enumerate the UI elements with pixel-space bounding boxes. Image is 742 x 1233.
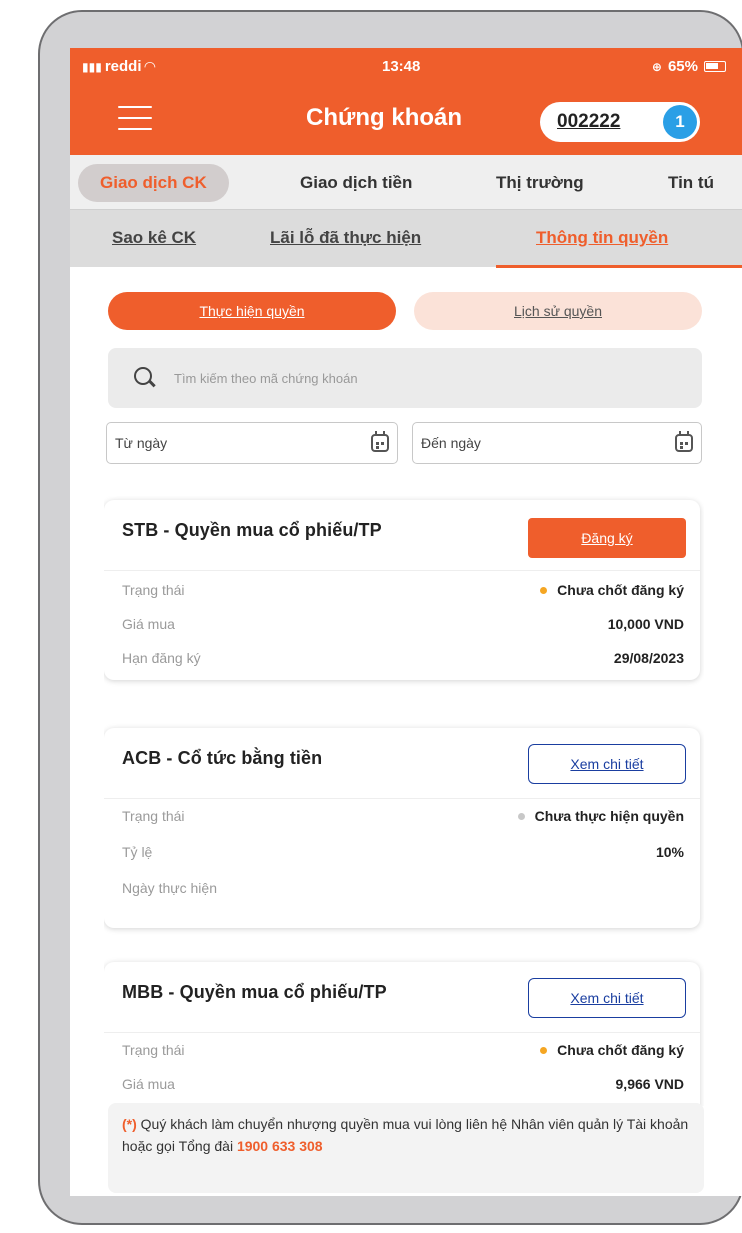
view-detail-button[interactable]: Xem chi tiết	[528, 978, 686, 1018]
card-title: STB - Quyền mua cổ phiếu/TP	[122, 520, 382, 540]
card-row: Trạng thái Chưa thực hiện quyền	[122, 808, 684, 832]
carrier-info: ▮▮▮ reddi ◠	[82, 58, 155, 75]
from-date-field[interactable]: Từ ngày	[106, 422, 398, 464]
account-badge: 1	[663, 105, 697, 139]
to-date-field[interactable]: Đến ngày	[412, 422, 702, 464]
rights-card: STB - Quyền mua cổ phiếu/TP Đăng ký Trạn…	[104, 500, 700, 680]
status-bar: ▮▮▮ reddi ◠ 13:48 ⊕ 65%	[70, 48, 742, 88]
card-row: Tỷ lệ 10%	[122, 844, 684, 868]
view-detail-button[interactable]: Xem chi tiết	[528, 744, 686, 784]
search-bar	[108, 348, 702, 408]
status-text: Chưa thực hiện quyền	[534, 808, 684, 824]
card-row: Giá mua 10,000 VND	[122, 616, 684, 640]
row-label: Trạng thái	[122, 808, 185, 824]
location-icon: ⊕	[651, 59, 662, 74]
row-label: Trạng thái	[122, 1042, 185, 1058]
calendar-icon[interactable]	[675, 431, 693, 452]
hotline-note: (*) Quý khách làm chuyển nhượng quyền mu…	[108, 1103, 704, 1193]
tab-thong-tin-quyen[interactable]: Thông tin quyền	[536, 228, 668, 248]
row-value: 9,966 VND	[615, 1076, 684, 1092]
status-time: 13:48	[382, 58, 421, 75]
status-right: ⊕ 65%	[652, 58, 726, 75]
card-divider	[104, 1032, 700, 1033]
app-screen: ▮▮▮ reddi ◠ 13:48 ⊕ 65% Chứng khoán 0022…	[70, 48, 742, 1196]
hotline-number[interactable]: 1900 633 308	[237, 1138, 323, 1154]
tab-giao-dich-ck[interactable]: Giao dịch CK	[78, 164, 229, 202]
card-row: Trạng thái Chưa chốt đăng ký	[122, 582, 684, 606]
search-icon[interactable]	[134, 367, 156, 389]
tab-tin-tuc[interactable]: Tin tú	[668, 164, 714, 202]
card-divider	[104, 798, 700, 799]
tab-thi-truong[interactable]: Thị trường	[496, 164, 584, 202]
wifi-icon: ◠	[144, 58, 156, 74]
status-dot	[517, 812, 525, 820]
card-row: Ngày thực hiện	[122, 880, 684, 904]
page-title: Chứng khoán	[306, 104, 463, 131]
status-dot	[540, 1046, 548, 1054]
row-label: Giá mua	[122, 1076, 175, 1092]
row-value: 29/08/2023	[613, 650, 684, 666]
battery-percent: 65%	[667, 58, 698, 75]
tab-sao-ke-ck[interactable]: Sao kê CK	[112, 228, 196, 248]
battery-icon	[704, 61, 726, 72]
primary-tabs: Giao dịch CK Giao dịch tiền Thị trường T…	[70, 155, 742, 209]
toggle-lich-su-quyen[interactable]: Lịch sử quyền	[414, 292, 702, 330]
row-value: 10%	[655, 844, 684, 860]
from-date-placeholder: Từ ngày	[115, 435, 168, 451]
row-value: Chưa thực hiện quyền	[517, 808, 684, 824]
active-tab-indicator	[496, 265, 742, 268]
app-header: ▮▮▮ reddi ◠ 13:48 ⊕ 65% Chứng khoán 0022…	[70, 48, 742, 155]
row-label: Hạn đăng ký	[122, 650, 201, 666]
carrier-name: reddi	[104, 58, 142, 75]
status-dot	[540, 586, 548, 594]
toggle-thuc-hien-quyen[interactable]: Thực hiện quyền	[108, 292, 396, 330]
signal-icon: ▮▮▮	[82, 59, 102, 74]
tab-lai-lo-da-thuc-hien[interactable]: Lãi lỗ đã thực hiện	[270, 228, 421, 248]
rights-list: STB - Quyền mua cổ phiếu/TP Đăng ký Trạn…	[104, 496, 704, 1106]
row-label: Trạng thái	[122, 582, 185, 598]
card-row: Trạng thái Chưa chốt đăng ký	[122, 1042, 684, 1066]
tab-giao-dich-tien[interactable]: Giao dịch tiền	[300, 164, 412, 202]
card-title: ACB - Cổ tức bằng tiền	[122, 748, 323, 768]
row-label: Tỷ lệ	[122, 844, 153, 860]
calendar-icon[interactable]	[371, 431, 389, 452]
row-label: Ngày thực hiện	[122, 880, 217, 896]
register-button[interactable]: Đăng ký	[528, 518, 686, 558]
row-value: Chưa chốt đăng ký	[540, 1042, 684, 1058]
card-row: Giá mua 9,966 VND	[122, 1076, 684, 1100]
rights-card: MBB - Quyền mua cổ phiếu/TP Xem chi tiết…	[104, 962, 700, 1106]
rights-card: ACB - Cổ tức bằng tiền Xem chi tiết Trạn…	[104, 728, 700, 928]
note-marker: (*)	[122, 1116, 137, 1132]
status-text: Chưa chốt đăng ký	[557, 582, 684, 598]
row-label: Giá mua	[122, 616, 175, 632]
secondary-tabs: Sao kê CK Lãi lỗ đã thực hiện Thông tin …	[70, 209, 742, 268]
status-text: Chưa chốt đăng ký	[557, 1042, 684, 1058]
account-number: 002222	[557, 111, 621, 132]
row-value: 10,000 VND	[607, 616, 684, 632]
search-input[interactable]	[174, 370, 654, 386]
to-date-placeholder: Đến ngày	[421, 435, 481, 451]
card-row: Hạn đăng ký 29/08/2023	[122, 650, 684, 674]
card-divider	[104, 570, 700, 571]
row-value: Chưa chốt đăng ký	[540, 582, 684, 598]
account-selector[interactable]: 002222 1	[540, 102, 700, 142]
card-title: MBB - Quyền mua cổ phiếu/TP	[122, 982, 387, 1002]
hamburger-menu-icon[interactable]	[118, 106, 152, 132]
note-text: Quý khách làm chuyển nhượng quyền mua vu…	[122, 1116, 689, 1154]
